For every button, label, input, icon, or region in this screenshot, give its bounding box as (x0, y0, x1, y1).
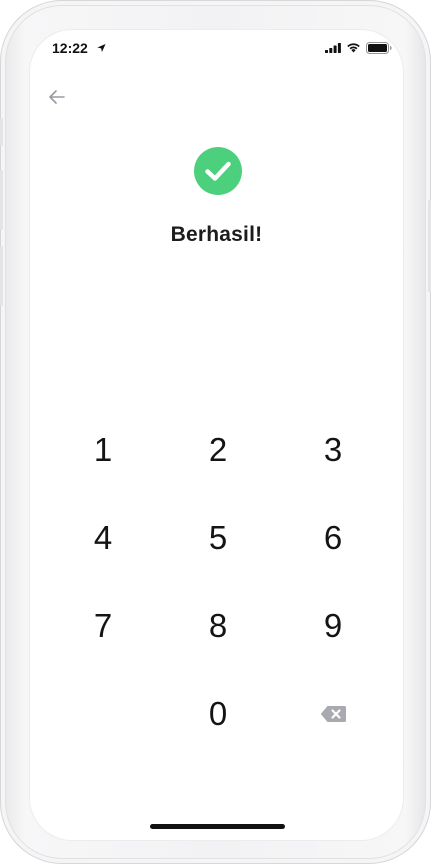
home-indicator (150, 824, 285, 829)
success-title: Berhasil! (170, 223, 263, 246)
key-5[interactable]: 5 (178, 508, 258, 568)
signal-icon (325, 43, 341, 53)
key-6[interactable]: 6 (293, 508, 373, 568)
screen: 12:22 Berhasil! 1 2 3 4 5 6 7 8 9 0 (30, 30, 403, 840)
key-2[interactable]: 2 (178, 420, 258, 480)
status-time: 12:22 (52, 40, 88, 56)
location-arrow-icon (97, 43, 106, 53)
arrow-left-icon[interactable] (46, 86, 68, 108)
silent-switch (0, 118, 3, 146)
key-9[interactable]: 9 (293, 596, 373, 656)
key-4[interactable]: 4 (63, 508, 143, 568)
key-1[interactable]: 1 (63, 420, 143, 480)
key-3[interactable]: 3 (293, 420, 373, 480)
battery-icon (366, 42, 392, 54)
key-7[interactable]: 7 (63, 596, 143, 656)
key-8[interactable]: 8 (178, 596, 258, 656)
wifi-icon (347, 43, 360, 53)
check-circle-icon (194, 147, 242, 195)
key-0[interactable]: 0 (178, 684, 258, 744)
backspace-key[interactable] (293, 684, 373, 744)
power-button (428, 200, 431, 292)
backspace-icon (320, 706, 346, 722)
volume-up-button (0, 170, 3, 230)
volume-down-button (0, 246, 3, 306)
